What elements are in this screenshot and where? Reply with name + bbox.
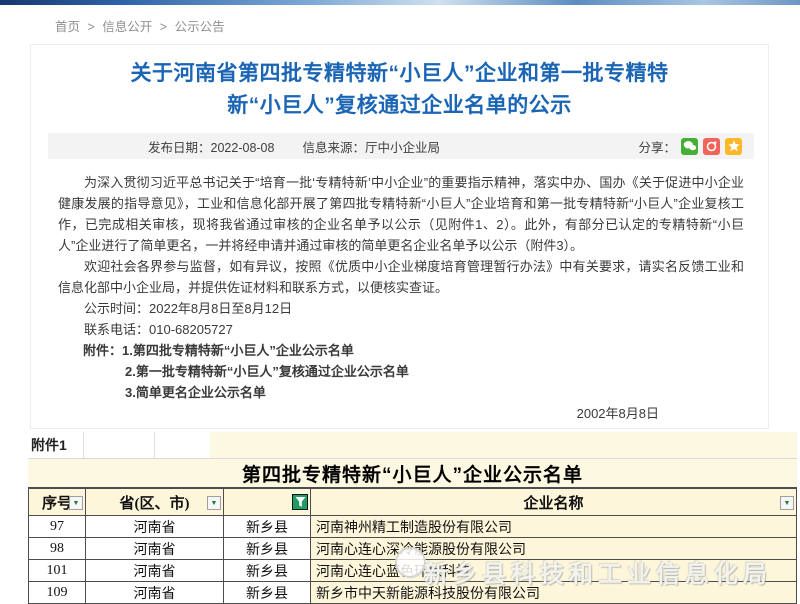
cell-province: 河南省 [86,560,224,582]
paragraph-1: 为深入贯彻习近平总书记关于“培育一批‘专精特新’中小企业”的重要指示精神，落实中… [58,172,744,256]
publish-date-label: 发布日期： [148,141,211,155]
sign-date: 2002年8月8日 [58,403,744,424]
publish-date: 发布日期：2022-08-08 [48,137,274,156]
publish-time-line: 公示时间：2022年8月8日至8月12日 [58,298,744,319]
attachment-link-1[interactable]: 附件：1.第四批专精特新“小巨人”企业公示名单 [58,340,744,361]
breadcrumb-separator: > [160,20,167,34]
share-qzone-button[interactable] [725,138,742,155]
cell-province: 河南省 [86,538,224,560]
article-panel: 关于河南省第四批专精特新“小巨人”企业和第一批专精特 新“小巨人”复核通过企业名… [30,44,769,429]
source: 信息来源：厅中小企业局 [274,137,440,156]
publish-date-value: 2022-08-08 [211,141,275,155]
filter-dropdown-icon[interactable]: ▼ [780,496,794,510]
cell-company: 河南神州精工制造股份有限公司 [311,516,797,538]
highlight-band [210,432,797,458]
breadcrumb-info-disclosure[interactable]: 信息公开 [102,20,152,34]
source-value: 厅中小企业局 [365,141,440,155]
page-title-line1: 关于河南省第四批专精特新“小巨人”企业和第一批专精特 [50,58,750,90]
header-province-label: 省(区、市) [120,492,190,513]
gridline [83,432,84,458]
gridline [154,432,155,458]
header-county [224,489,311,516]
header-company: 企业名称 ▼ [311,489,797,516]
breadcrumb: 首页 > 信息公开 > 公示公告 [55,16,229,35]
share-label: 分享： [638,137,676,156]
watermark-logo [395,547,426,578]
header-province: 省(区、市) ▼ [86,489,224,516]
filter-dropdown-icon[interactable]: ▼ [207,496,221,510]
share-bar: 分享： [638,137,754,156]
header-no-label: 序号 [42,492,72,513]
share-wechat-button[interactable] [681,138,698,155]
cell-province: 河南省 [86,516,224,538]
sheet-label-row: 附件1 [28,432,797,459]
breadcrumb-home[interactable]: 首页 [55,20,80,34]
cell-no: 98 [29,538,86,560]
article-meta-bar: 发布日期：2022-08-08 信息来源：厅中小企业局 分享： [48,133,754,159]
cell-no: 101 [29,560,86,582]
watermark-text: 新乡县科技和工业信息化局 [424,554,784,589]
attachment-link-3[interactable]: 3.简单更名企业公示名单 [58,382,744,403]
table-title: 第四批专精特新“小巨人”企业公示名单 [28,459,797,488]
sheet-label: 附件1 [28,435,67,455]
cell-province: 河南省 [86,582,224,604]
active-filter-icon[interactable] [292,494,308,510]
contact-phone-line: 联系电话：010-68205727 [58,319,744,340]
attachment-link-2[interactable]: 2.第一批专精特新“小巨人”复核通过企业公示名单 [58,361,744,382]
cell-no: 109 [29,582,86,604]
header-no: 序号 ▼ [29,489,86,516]
top-nav-strip [0,0,800,5]
cell-no: 97 [29,516,86,538]
breadcrumb-separator: > [88,20,95,34]
breadcrumb-announcements[interactable]: 公示公告 [175,20,225,34]
paragraph-2: 欢迎社会各界参与监督，如有异议，按照《优质中小企业梯度培育管理暂行办法》中有关要… [58,256,744,298]
page-title-line2: 新“小巨人”复核通过企业名单的公示 [50,90,750,122]
wechat-icon [682,138,698,154]
share-weibo-button[interactable] [703,138,720,155]
weibo-icon [704,138,720,154]
filter-dropdown-icon[interactable]: ▼ [69,496,83,510]
cell-county: 新乡县 [224,538,311,560]
table-header-row: 序号 ▼ 省(区、市) ▼ 企业名称 ▼ [29,489,797,516]
page-title: 关于河南省第四批专精特新“小巨人”企业和第一批专精特 新“小巨人”复核通过企业名… [50,58,750,122]
header-company-label: 企业名称 [523,492,583,513]
star-icon [727,139,741,153]
table-row: 97 河南省 新乡县 河南神州精工制造股份有限公司 [29,516,797,538]
article-body: 为深入贯彻习近平总书记关于“培育一批‘专精特新’中小企业”的重要指示精神，落实中… [58,172,744,424]
cell-county: 新乡县 [224,516,311,538]
cell-county: 新乡县 [224,560,311,582]
source-label: 信息来源： [302,141,365,155]
cell-county: 新乡县 [224,582,311,604]
funnel-icon [295,496,306,508]
